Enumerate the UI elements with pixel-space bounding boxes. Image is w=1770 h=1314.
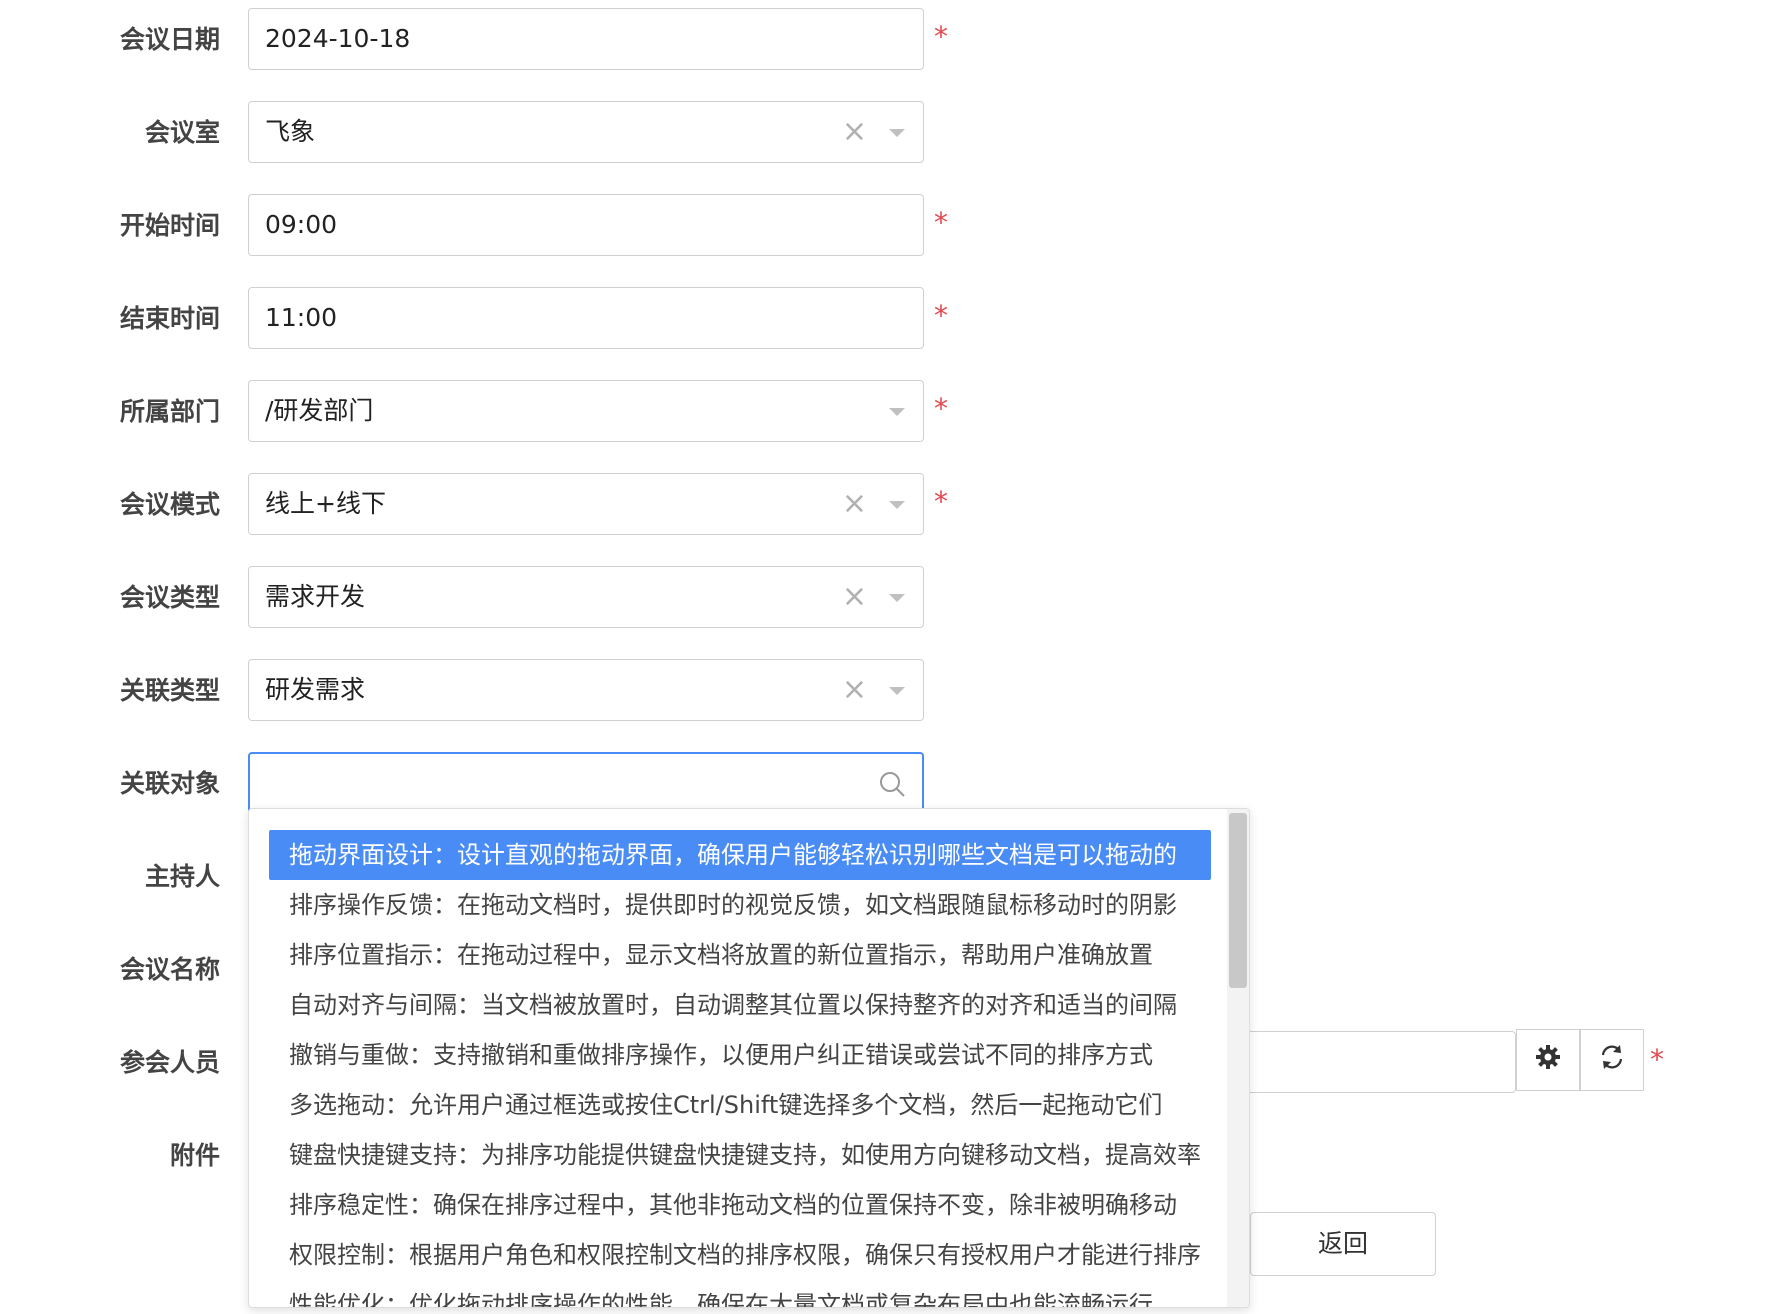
meeting-mode-label: 会议模式 xyxy=(119,490,220,519)
related-type-select[interactable]: 研发需求 × xyxy=(248,659,924,721)
chevron-down-icon[interactable] xyxy=(889,408,905,416)
end-time-value: 11:00 xyxy=(265,303,338,332)
dropdown-option[interactable]: 权限控制：根据用户角色和权限控制文档的排序权限，确保只有授权用户才能进行排序 xyxy=(269,1230,1211,1280)
related-object-label: 关联对象 xyxy=(119,769,220,798)
department-select[interactable]: /研发部门 xyxy=(248,380,924,442)
meeting-type-label: 会议类型 xyxy=(119,583,220,612)
meeting-type-row: 会议类型 需求开发 × xyxy=(0,566,1770,630)
clear-icon[interactable]: × xyxy=(842,117,867,147)
chevron-down-icon[interactable] xyxy=(889,501,905,509)
clear-icon[interactable]: × xyxy=(842,489,867,519)
dropdown-option[interactable]: 拖动界面设计：设计直观的拖动界面，确保用户能够轻松识别哪些文档是可以拖动的 xyxy=(269,830,1211,880)
related-type-row: 关联类型 研发需求 × xyxy=(0,659,1770,723)
dropdown-option[interactable]: 撤销与重做：支持撤销和重做排序操作，以便用户纠正错误或尝试不同的排序方式 xyxy=(269,1030,1211,1080)
meeting-date-field[interactable]: 2024-10-18 xyxy=(248,8,924,70)
dropdown-option[interactable]: 排序稳定性：确保在排序过程中，其他非拖动文档的位置保持不变，除非被明确移动 xyxy=(269,1180,1211,1230)
meeting-room-row: 会议室 飞象 × xyxy=(0,101,1770,165)
dropdown-option[interactable]: 多选拖动：允许用户通过框选或按住Ctrl/Shift键选择多个文档，然后一起拖动… xyxy=(269,1080,1211,1130)
dropdown-option[interactable]: 自动对齐与间隔：当文档被放置时，自动调整其位置以保持整齐的对齐和适当的间隔 xyxy=(269,980,1211,1030)
settings-button[interactable] xyxy=(1516,1029,1580,1091)
clear-icon[interactable]: × xyxy=(842,675,867,705)
meeting-type-value: 需求开发 xyxy=(265,582,366,611)
dropdown-option[interactable]: 排序位置指示：在拖动过程中，显示文档将放置的新位置指示，帮助用户准确放置 xyxy=(269,930,1211,980)
meeting-date-label: 会议日期 xyxy=(119,25,220,54)
dropdown-scrollbar[interactable] xyxy=(1227,809,1249,1307)
start-time-label: 开始时间 xyxy=(119,211,220,240)
back-button[interactable]: 返回 xyxy=(1250,1212,1436,1276)
gear-icon xyxy=(1535,1044,1561,1077)
host-label: 主持人 xyxy=(144,862,220,891)
required-mark: * xyxy=(934,206,948,239)
required-mark: * xyxy=(934,20,948,53)
department-value: /研发部门 xyxy=(265,396,374,425)
required-mark: * xyxy=(934,485,948,518)
dropdown-option[interactable]: 性能优化：优化拖动排序操作的性能，确保在大量文档或复杂布局中也能流畅运行 xyxy=(269,1280,1211,1307)
participants-label: 参会人员 xyxy=(119,1048,220,1077)
chevron-down-icon[interactable] xyxy=(889,129,905,137)
refresh-icon xyxy=(1598,1043,1626,1078)
meeting-mode-value: 线上+线下 xyxy=(265,489,386,518)
meeting-date-value: 2024-10-18 xyxy=(265,24,411,53)
dropdown-scrollbar-thumb[interactable] xyxy=(1229,813,1247,988)
attachment-label: 附件 xyxy=(169,1141,220,1170)
required-mark: * xyxy=(1650,1043,1664,1076)
required-mark: * xyxy=(934,392,948,425)
meeting-mode-row: 会议模式 线上+线下 × * xyxy=(0,473,1770,537)
meeting-mode-select[interactable]: 线上+线下 × xyxy=(248,473,924,535)
related-object-row: 关联对象 xyxy=(0,752,1770,816)
meeting-date-row: 会议日期 2024-10-18 * xyxy=(0,8,1770,72)
end-time-row: 结束时间 11:00 * xyxy=(0,287,1770,351)
clear-icon[interactable]: × xyxy=(842,582,867,612)
required-mark: * xyxy=(934,299,948,332)
department-label: 所属部门 xyxy=(119,397,220,426)
start-time-field[interactable]: 09:00 xyxy=(248,194,924,256)
dropdown-option[interactable]: 键盘快捷键支持：为排序功能提供键盘快捷键支持，如使用方向键移动文档，提高效率 xyxy=(269,1130,1211,1180)
related-type-value: 研发需求 xyxy=(265,675,366,704)
end-time-field[interactable]: 11:00 xyxy=(248,287,924,349)
end-time-label: 结束时间 xyxy=(119,304,220,333)
meeting-room-select[interactable]: 飞象 × xyxy=(248,101,924,163)
related-object-dropdown: 拖动界面设计：设计直观的拖动界面，确保用户能够轻松识别哪些文档是可以拖动的 排序… xyxy=(248,808,1250,1308)
start-time-row: 开始时间 09:00 * xyxy=(0,194,1770,258)
meeting-room-value: 飞象 xyxy=(265,117,316,146)
meeting-room-label: 会议室 xyxy=(144,118,220,147)
search-icon[interactable] xyxy=(878,770,906,802)
department-row: 所属部门 /研发部门 * xyxy=(0,380,1770,444)
chevron-down-icon[interactable] xyxy=(889,687,905,695)
dropdown-option[interactable]: 排序操作反馈：在拖动文档时，提供即时的视觉反馈，如文档跟随鼠标移动时的阴影 xyxy=(269,880,1211,930)
related-type-label: 关联类型 xyxy=(119,676,220,705)
related-object-search-input[interactable] xyxy=(248,752,924,814)
meeting-type-select[interactable]: 需求开发 × xyxy=(248,566,924,628)
start-time-value: 09:00 xyxy=(265,210,338,239)
chevron-down-icon[interactable] xyxy=(889,594,905,602)
refresh-button[interactable] xyxy=(1580,1029,1644,1091)
meeting-name-label: 会议名称 xyxy=(119,955,220,984)
